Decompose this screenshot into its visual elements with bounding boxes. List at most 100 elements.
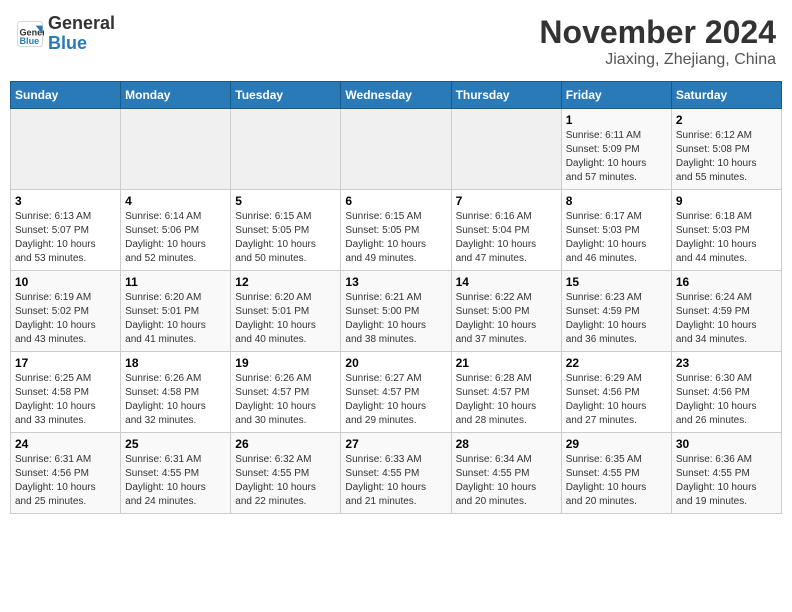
- day-info: Sunrise: 6:29 AM Sunset: 4:56 PM Dayligh…: [566, 372, 667, 428]
- day-number: 28: [456, 437, 557, 451]
- calendar-cell: 19 Sunrise: 6:26 AM Sunset: 4:57 PM Dayli…: [231, 352, 341, 433]
- calendar-week-row: 1 Sunrise: 6:11 AM Sunset: 5:09 PM Daylig…: [11, 109, 782, 190]
- day-number: 9: [676, 194, 777, 208]
- day-number: 8: [566, 194, 667, 208]
- day-number: 4: [125, 194, 226, 208]
- day-info: Sunrise: 6:25 AM Sunset: 4:58 PM Dayligh…: [15, 372, 116, 428]
- day-number: 24: [15, 437, 116, 451]
- day-info: Sunrise: 6:11 AM Sunset: 5:09 PM Dayligh…: [566, 129, 667, 185]
- day-info: Sunrise: 6:19 AM Sunset: 5:02 PM Dayligh…: [15, 291, 116, 347]
- month-title: November 2024: [539, 14, 776, 51]
- day-info: Sunrise: 6:14 AM Sunset: 5:06 PM Dayligh…: [125, 210, 226, 266]
- day-info: Sunrise: 6:20 AM Sunset: 5:01 PM Dayligh…: [235, 291, 336, 347]
- day-number: 7: [456, 194, 557, 208]
- calendar-cell: 8 Sunrise: 6:17 AM Sunset: 5:03 PM Daylig…: [561, 190, 671, 271]
- day-info: Sunrise: 6:27 AM Sunset: 4:57 PM Dayligh…: [345, 372, 446, 428]
- day-info: Sunrise: 6:28 AM Sunset: 4:57 PM Dayligh…: [456, 372, 557, 428]
- calendar-cell: [11, 109, 121, 190]
- calendar-cell: 23 Sunrise: 6:30 AM Sunset: 4:56 PM Dayli…: [671, 352, 781, 433]
- calendar-cell: 2 Sunrise: 6:12 AM Sunset: 5:08 PM Daylig…: [671, 109, 781, 190]
- day-number: 15: [566, 275, 667, 289]
- day-info: Sunrise: 6:30 AM Sunset: 4:56 PM Dayligh…: [676, 372, 777, 428]
- calendar-table: SundayMondayTuesdayWednesdayThursdayFrid…: [10, 81, 782, 514]
- calendar-cell: [231, 109, 341, 190]
- weekday-header: Friday: [561, 82, 671, 109]
- day-info: Sunrise: 6:31 AM Sunset: 4:55 PM Dayligh…: [125, 453, 226, 509]
- calendar-week-row: 10 Sunrise: 6:19 AM Sunset: 5:02 PM Dayli…: [11, 271, 782, 352]
- day-number: 30: [676, 437, 777, 451]
- day-info: Sunrise: 6:13 AM Sunset: 5:07 PM Dayligh…: [15, 210, 116, 266]
- day-number: 25: [125, 437, 226, 451]
- day-number: 1: [566, 113, 667, 127]
- day-info: Sunrise: 6:18 AM Sunset: 5:03 PM Dayligh…: [676, 210, 777, 266]
- day-info: Sunrise: 6:31 AM Sunset: 4:56 PM Dayligh…: [15, 453, 116, 509]
- day-info: Sunrise: 6:21 AM Sunset: 5:00 PM Dayligh…: [345, 291, 446, 347]
- calendar-cell: 22 Sunrise: 6:29 AM Sunset: 4:56 PM Dayli…: [561, 352, 671, 433]
- day-number: 21: [456, 356, 557, 370]
- calendar-cell: 13 Sunrise: 6:21 AM Sunset: 5:00 PM Dayli…: [341, 271, 451, 352]
- weekday-header: Monday: [121, 82, 231, 109]
- day-number: 19: [235, 356, 336, 370]
- calendar-cell: 5 Sunrise: 6:15 AM Sunset: 5:05 PM Daylig…: [231, 190, 341, 271]
- calendar-cell: 14 Sunrise: 6:22 AM Sunset: 5:00 PM Dayli…: [451, 271, 561, 352]
- calendar-cell: 1 Sunrise: 6:11 AM Sunset: 5:09 PM Daylig…: [561, 109, 671, 190]
- day-info: Sunrise: 6:26 AM Sunset: 4:57 PM Dayligh…: [235, 372, 336, 428]
- day-info: Sunrise: 6:35 AM Sunset: 4:55 PM Dayligh…: [566, 453, 667, 509]
- logo-text: General Blue: [48, 14, 115, 54]
- day-number: 23: [676, 356, 777, 370]
- day-number: 26: [235, 437, 336, 451]
- calendar-cell: 3 Sunrise: 6:13 AM Sunset: 5:07 PM Daylig…: [11, 190, 121, 271]
- calendar-week-row: 24 Sunrise: 6:31 AM Sunset: 4:56 PM Dayli…: [11, 433, 782, 514]
- calendar-header-row: SundayMondayTuesdayWednesdayThursdayFrid…: [11, 82, 782, 109]
- day-number: 22: [566, 356, 667, 370]
- calendar-cell: 18 Sunrise: 6:26 AM Sunset: 4:58 PM Dayli…: [121, 352, 231, 433]
- day-info: Sunrise: 6:12 AM Sunset: 5:08 PM Dayligh…: [676, 129, 777, 185]
- day-info: Sunrise: 6:15 AM Sunset: 5:05 PM Dayligh…: [345, 210, 446, 266]
- day-info: Sunrise: 6:17 AM Sunset: 5:03 PM Dayligh…: [566, 210, 667, 266]
- calendar-cell: 26 Sunrise: 6:32 AM Sunset: 4:55 PM Dayli…: [231, 433, 341, 514]
- day-number: 5: [235, 194, 336, 208]
- calendar-week-row: 3 Sunrise: 6:13 AM Sunset: 5:07 PM Daylig…: [11, 190, 782, 271]
- day-info: Sunrise: 6:16 AM Sunset: 5:04 PM Dayligh…: [456, 210, 557, 266]
- svg-text:Blue: Blue: [20, 36, 40, 46]
- calendar-cell: 29 Sunrise: 6:35 AM Sunset: 4:55 PM Dayli…: [561, 433, 671, 514]
- calendar-cell: 24 Sunrise: 6:31 AM Sunset: 4:56 PM Dayli…: [11, 433, 121, 514]
- calendar-cell: 20 Sunrise: 6:27 AM Sunset: 4:57 PM Dayli…: [341, 352, 451, 433]
- day-number: 14: [456, 275, 557, 289]
- day-number: 2: [676, 113, 777, 127]
- day-info: Sunrise: 6:32 AM Sunset: 4:55 PM Dayligh…: [235, 453, 336, 509]
- calendar-cell: 16 Sunrise: 6:24 AM Sunset: 4:59 PM Dayli…: [671, 271, 781, 352]
- calendar-cell: 17 Sunrise: 6:25 AM Sunset: 4:58 PM Dayli…: [11, 352, 121, 433]
- calendar-cell: 10 Sunrise: 6:19 AM Sunset: 5:02 PM Dayli…: [11, 271, 121, 352]
- day-info: Sunrise: 6:34 AM Sunset: 4:55 PM Dayligh…: [456, 453, 557, 509]
- day-number: 29: [566, 437, 667, 451]
- day-info: Sunrise: 6:15 AM Sunset: 5:05 PM Dayligh…: [235, 210, 336, 266]
- day-info: Sunrise: 6:22 AM Sunset: 5:00 PM Dayligh…: [456, 291, 557, 347]
- title-block: November 2024 Jiaxing, Zhejiang, China: [539, 14, 776, 69]
- day-info: Sunrise: 6:24 AM Sunset: 4:59 PM Dayligh…: [676, 291, 777, 347]
- logo-icon: General Blue: [16, 20, 44, 48]
- calendar-cell: [121, 109, 231, 190]
- calendar-cell: 4 Sunrise: 6:14 AM Sunset: 5:06 PM Daylig…: [121, 190, 231, 271]
- location: Jiaxing, Zhejiang, China: [539, 51, 776, 69]
- day-number: 16: [676, 275, 777, 289]
- calendar-cell: 25 Sunrise: 6:31 AM Sunset: 4:55 PM Dayli…: [121, 433, 231, 514]
- calendar-week-row: 17 Sunrise: 6:25 AM Sunset: 4:58 PM Dayli…: [11, 352, 782, 433]
- day-number: 13: [345, 275, 446, 289]
- calendar-cell: [451, 109, 561, 190]
- day-info: Sunrise: 6:26 AM Sunset: 4:58 PM Dayligh…: [125, 372, 226, 428]
- day-number: 10: [15, 275, 116, 289]
- calendar-cell: 9 Sunrise: 6:18 AM Sunset: 5:03 PM Daylig…: [671, 190, 781, 271]
- calendar-cell: 15 Sunrise: 6:23 AM Sunset: 4:59 PM Dayli…: [561, 271, 671, 352]
- day-number: 27: [345, 437, 446, 451]
- day-number: 3: [15, 194, 116, 208]
- weekday-header: Saturday: [671, 82, 781, 109]
- calendar-cell: 30Sunrise: 6:36 AM Sunset: 4:55 PM Dayli…: [671, 433, 781, 514]
- day-number: 18: [125, 356, 226, 370]
- calendar-cell: [341, 109, 451, 190]
- calendar-cell: 6Sunrise: 6:15 AM Sunset: 5:05 PM Daylig…: [341, 190, 451, 271]
- day-info: Sunrise: 6:23 AM Sunset: 4:59 PM Dayligh…: [566, 291, 667, 347]
- day-number: 20: [345, 356, 446, 370]
- day-info: Sunrise: 6:20 AM Sunset: 5:01 PM Dayligh…: [125, 291, 226, 347]
- day-number: 17: [15, 356, 116, 370]
